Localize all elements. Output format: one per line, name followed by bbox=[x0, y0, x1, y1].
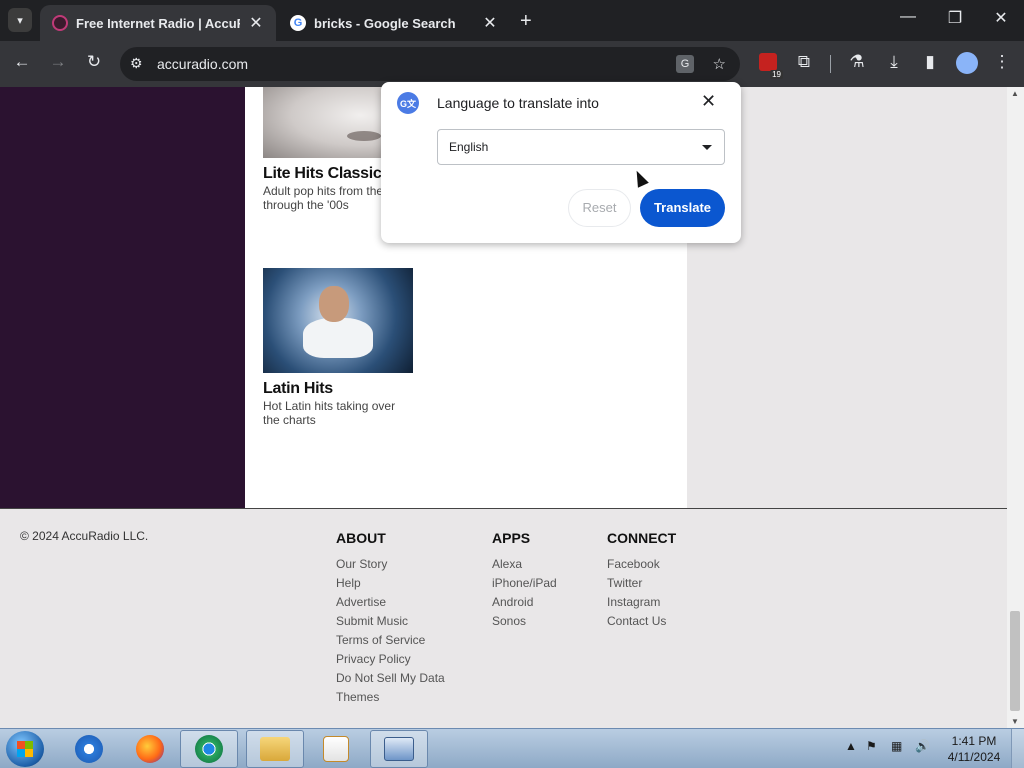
reset-button[interactable]: Reset bbox=[568, 189, 631, 227]
footer-link-help[interactable]: Help bbox=[336, 574, 445, 593]
chevron-down-icon: ▾ bbox=[17, 14, 23, 27]
copyright-text: © 2024 AccuRadio LLC. bbox=[20, 529, 149, 543]
selected-language: English bbox=[449, 140, 489, 154]
translate-button[interactable]: Translate bbox=[640, 189, 725, 227]
accuradio-favicon-icon bbox=[52, 15, 68, 31]
channel-title[interactable]: Latin Hits bbox=[263, 380, 333, 398]
footer-link-iphone-ipad[interactable]: iPhone/iPad bbox=[492, 574, 557, 593]
scrollbar-thumb[interactable] bbox=[1010, 611, 1020, 711]
target-language-select[interactable]: English bbox=[437, 129, 725, 165]
clock-time: 1:41 PM bbox=[951, 734, 997, 748]
tab-google-search[interactable]: G bricks - Google Search ✕ bbox=[278, 5, 510, 41]
site-info-icon[interactable]: ⚙ bbox=[130, 55, 143, 72]
left-sidebar bbox=[0, 87, 245, 508]
footer-link-privacy[interactable]: Privacy Policy bbox=[336, 650, 445, 669]
footer-link-terms[interactable]: Terms of Service bbox=[336, 631, 445, 650]
tab-title: bricks - Google Search bbox=[314, 15, 456, 31]
new-tab-button[interactable]: + bbox=[520, 10, 532, 33]
close-tab-icon[interactable]: ✕ bbox=[248, 13, 264, 33]
scroll-down-icon[interactable]: ▼ bbox=[1011, 717, 1019, 726]
google-favicon-icon: G bbox=[290, 15, 306, 31]
footer-column-apps: APPS Alexa iPhone/iPad Android Sonos bbox=[492, 530, 557, 631]
taskbar-file-explorer[interactable] bbox=[246, 730, 304, 768]
scroll-up-icon[interactable]: ▲ bbox=[1011, 89, 1019, 98]
clock-date: 4/11/2024 bbox=[947, 750, 1001, 764]
windows-logo-icon bbox=[17, 741, 33, 757]
tab-strip: ▾ Free Internet Radio | AccuRadio ✕ G br… bbox=[0, 0, 1024, 41]
taskbar-network-app[interactable] bbox=[370, 730, 428, 768]
footer-heading: CONNECT bbox=[607, 530, 677, 546]
address-bar[interactable]: ⚙ accuradio.com G ☆ bbox=[120, 47, 740, 81]
popup-title: Language to translate into bbox=[437, 95, 599, 111]
side-panel-icon[interactable]: ▮ bbox=[918, 52, 942, 72]
extension-calendar-icon[interactable]: 19 bbox=[759, 53, 783, 79]
channel-description: Hot Latin hits taking over the charts bbox=[263, 399, 396, 427]
forward-icon[interactable]: → bbox=[46, 52, 70, 72]
footer-heading: ABOUT bbox=[336, 530, 386, 546]
close-tab-icon[interactable]: ✕ bbox=[482, 13, 498, 33]
reload-icon[interactable]: ↻ bbox=[82, 52, 106, 72]
footer-link-alexa[interactable]: Alexa bbox=[492, 555, 557, 574]
taskbar-firefox[interactable] bbox=[121, 730, 179, 768]
footer: © 2024 AccuRadio LLC. ABOUT Our Story He… bbox=[0, 509, 1007, 728]
minimize-icon[interactable]: — bbox=[898, 8, 918, 26]
taskbar-clock[interactable]: 1:41 PM 4/11/2024 bbox=[944, 733, 1004, 765]
tab-search-button[interactable]: ▾ bbox=[8, 8, 32, 32]
footer-link-facebook[interactable]: Facebook bbox=[607, 555, 676, 574]
google-translate-icon: G文 bbox=[397, 92, 419, 114]
firefox-icon bbox=[136, 735, 164, 763]
taskbar-chrome[interactable] bbox=[180, 730, 238, 768]
tray-volume-icon[interactable]: 🔊 bbox=[915, 739, 930, 753]
toolbar-divider bbox=[830, 55, 831, 73]
restore-icon[interactable]: ❐ bbox=[945, 8, 965, 28]
back-icon[interactable]: ← bbox=[10, 52, 34, 72]
page-scrollbar[interactable]: ▲ ▼ bbox=[1007, 87, 1024, 728]
download-icon[interactable]: ⤓ bbox=[882, 52, 906, 72]
network-app-icon bbox=[384, 737, 414, 761]
close-popup-icon[interactable]: ✕ bbox=[701, 91, 716, 112]
footer-link-android[interactable]: Android bbox=[492, 593, 557, 612]
taskbar-internet-explorer[interactable] bbox=[60, 730, 118, 768]
translate-icon[interactable]: G bbox=[676, 55, 694, 73]
media-player-icon bbox=[323, 736, 349, 762]
channel-image-latin-hits[interactable] bbox=[263, 268, 413, 373]
browser-toolbar: ← → ↻ ⚙ accuradio.com G ☆ 19 ⧉ ⚗ ⤓ ▮ ⋮ bbox=[0, 41, 1024, 87]
internet-explorer-icon bbox=[75, 735, 103, 763]
channel-title[interactable]: Lite Hits Classics bbox=[263, 165, 390, 183]
show-desktop-button[interactable] bbox=[1011, 729, 1024, 768]
windows-taskbar: ▲ ⚑ ▦ 🔊 1:41 PM 4/11/2024 bbox=[0, 728, 1024, 768]
tray-network-icon[interactable]: ▦ bbox=[891, 739, 902, 753]
footer-link-instagram[interactable]: Instagram bbox=[607, 593, 676, 612]
start-button[interactable] bbox=[6, 731, 44, 767]
footer-link-advertise[interactable]: Advertise bbox=[336, 593, 445, 612]
folder-icon bbox=[260, 737, 290, 761]
window-close-icon[interactable]: ✕ bbox=[991, 8, 1011, 28]
footer-column-about: ABOUT Our Story Help Advertise Submit Mu… bbox=[336, 530, 445, 707]
footer-link-sonos[interactable]: Sonos bbox=[492, 612, 557, 631]
dropdown-caret-icon bbox=[702, 145, 712, 150]
chrome-icon bbox=[195, 735, 223, 763]
extensions-puzzle-icon[interactable]: ⧉ bbox=[792, 52, 816, 72]
footer-link-submit-music[interactable]: Submit Music bbox=[336, 612, 445, 631]
labs-flask-icon[interactable]: ⚗ bbox=[845, 52, 869, 72]
footer-link-contact-us[interactable]: Contact Us bbox=[607, 612, 676, 631]
tray-flag-icon[interactable]: ⚑ bbox=[866, 739, 877, 753]
footer-link-themes[interactable]: Themes bbox=[336, 688, 445, 707]
footer-heading: APPS bbox=[492, 530, 531, 546]
tab-title: Free Internet Radio | AccuRadio bbox=[76, 15, 240, 31]
translate-popup: G文 Language to translate into ✕ English … bbox=[381, 82, 741, 243]
footer-link-do-not-sell[interactable]: Do Not Sell My Data bbox=[336, 669, 445, 688]
footer-link-twitter[interactable]: Twitter bbox=[607, 574, 676, 593]
tray-show-hidden-icon[interactable]: ▲ bbox=[845, 739, 857, 753]
url-text[interactable]: accuradio.com bbox=[157, 56, 248, 72]
tab-accuradio[interactable]: Free Internet Radio | AccuRadio ✕ bbox=[40, 5, 276, 41]
more-menu-icon[interactable]: ⋮ bbox=[990, 52, 1014, 72]
footer-link-our-story[interactable]: Our Story bbox=[336, 555, 445, 574]
taskbar-media-player[interactable] bbox=[307, 730, 365, 768]
footer-column-connect: CONNECT Facebook Twitter Instagram Conta… bbox=[607, 530, 676, 631]
profile-avatar-icon[interactable] bbox=[956, 52, 978, 74]
bookmark-star-icon[interactable]: ☆ bbox=[713, 55, 726, 73]
